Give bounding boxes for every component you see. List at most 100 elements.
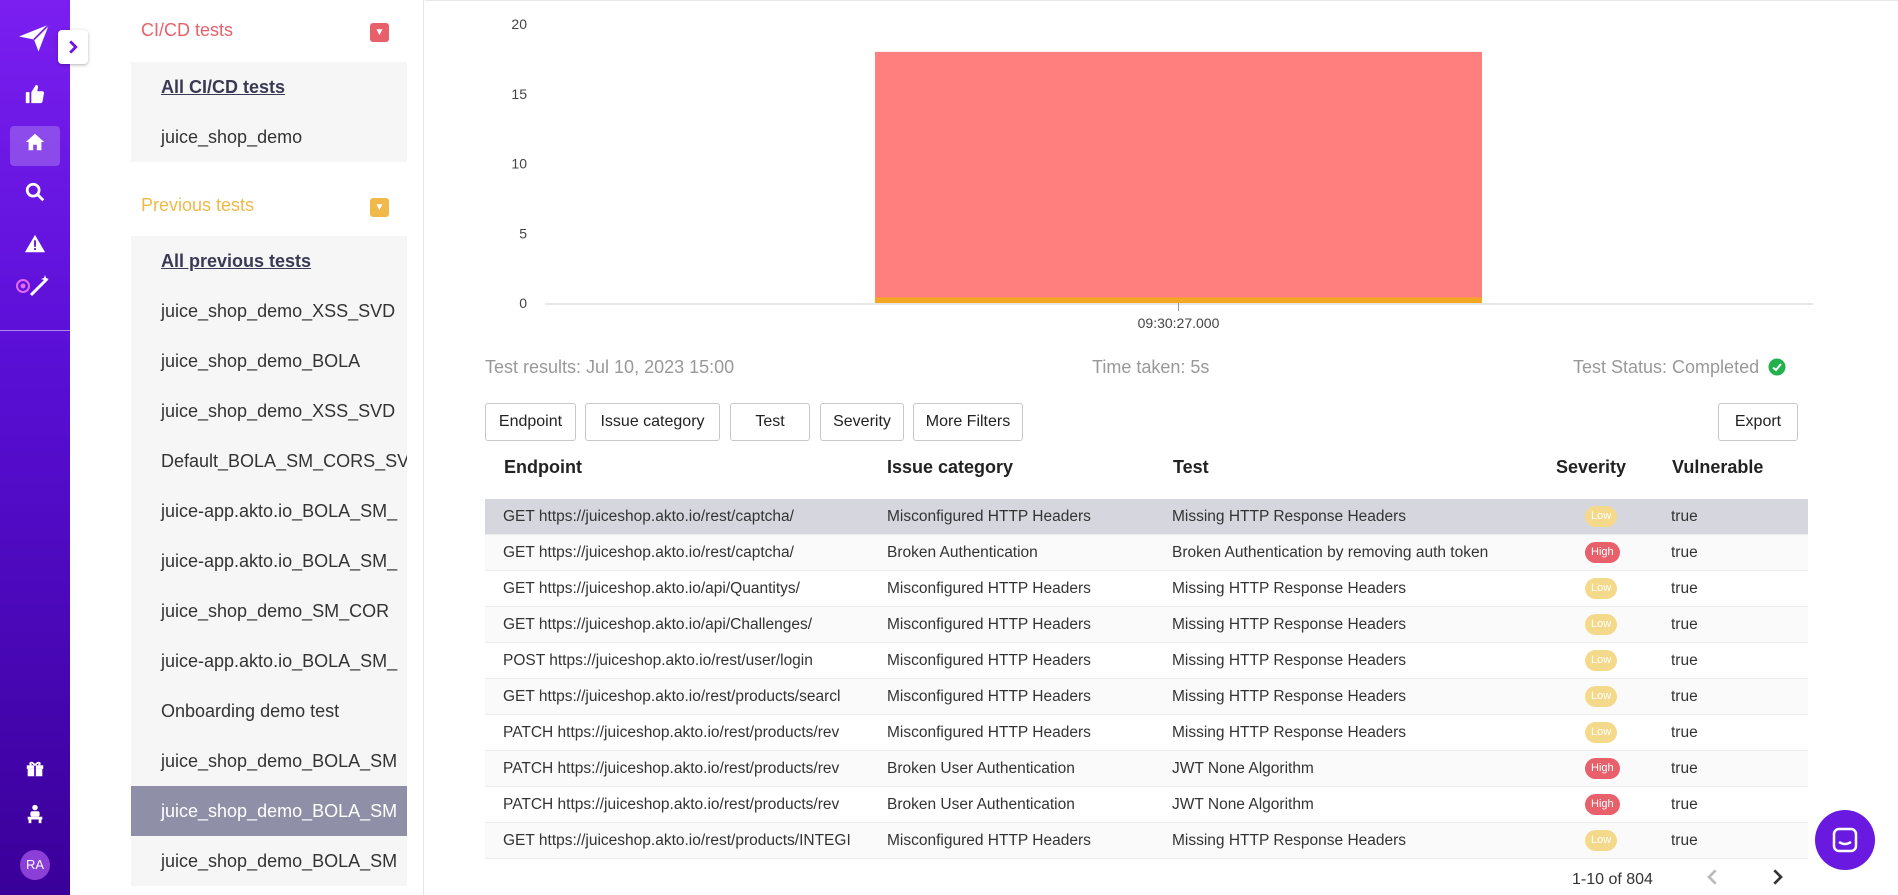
endpoint-cell: GET https://juiceshop.akto.io/api/Challe… <box>503 616 813 633</box>
next-page-chevron-icon[interactable] <box>1770 869 1784 890</box>
test-cell: JWT None Algorithm <box>1172 760 1314 777</box>
test-status: Test Status: Completed <box>1573 357 1786 381</box>
table-row[interactable]: GET https://juiceshop.akto.io/api/Quanti… <box>485 571 1808 607</box>
vulnerable-cell: true <box>1671 796 1698 813</box>
endpoint-cell: PATCH https://juiceshop.akto.io/rest/pro… <box>503 724 840 741</box>
severity-badge: Low <box>1585 506 1618 528</box>
export-button[interactable]: Export <box>1718 403 1798 441</box>
paper-plane-logo-icon[interactable] <box>16 20 52 56</box>
endpoint-cell: GET https://juiceshop.akto.io/rest/captc… <box>503 508 794 525</box>
time-taken: Time taken: 5s <box>1092 357 1210 377</box>
severity-badge: High <box>1585 758 1620 780</box>
test-cell: Missing HTTP Response Headers <box>1172 832 1407 849</box>
sidebar-item-previous-test[interactable]: juice-app.akto.io_BOLA_SM_ <box>131 636 407 686</box>
cicd-tests-title[interactable]: CI/CD tests <box>141 20 233 41</box>
endpoint-cell: GET https://juiceshop.akto.io/rest/produ… <box>503 688 841 705</box>
sidebar-item-all-cicd-tests[interactable]: All CI/CD tests <box>131 62 407 112</box>
issue-category-cell: Misconfigured HTTP Headers <box>887 724 1091 741</box>
table-row[interactable]: PATCH https://juiceshop.akto.io/rest/pro… <box>485 787 1808 823</box>
severity-badge: High <box>1585 542 1620 564</box>
rail-divider <box>0 330 70 331</box>
series-area <box>875 297 1482 303</box>
issues-chart: 20 15 10 5 0 09:30:27.000 <box>511 16 1813 331</box>
column-header-vulnerable[interactable]: Vulnerable <box>1672 457 1763 478</box>
vulnerable-cell: true <box>1671 760 1698 777</box>
issue-category-cell: Misconfigured HTTP Headers <box>887 508 1091 525</box>
severity-badge: Low <box>1585 578 1618 600</box>
community-icon[interactable] <box>10 798 60 838</box>
test-filter-button[interactable]: Test <box>730 403 810 441</box>
y-tick-label: 20 <box>511 16 527 32</box>
thumbs-up-icon[interactable] <box>10 78 60 118</box>
sidebar-item-previous-test[interactable]: juice_shop_demo_BOLA_SM <box>131 736 407 786</box>
warning-icon[interactable] <box>10 228 60 268</box>
magic-wand-icon[interactable] <box>10 272 60 312</box>
series-area <box>875 51 1482 304</box>
table-row[interactable]: POST https://juiceshop.akto.io/rest/user… <box>485 643 1808 679</box>
sidebar-item-previous-test[interactable]: juice_shop_demo_XSS_SVD <box>131 286 407 336</box>
issue-category-cell: Misconfigured HTTP Headers <box>887 832 1091 849</box>
pagination-range: 1-10 of 804 <box>1572 871 1653 888</box>
table-row[interactable]: GET https://juiceshop.akto.io/rest/produ… <box>485 823 1808 859</box>
endpoint-filter-button[interactable]: Endpoint <box>485 403 576 441</box>
severity-cell: Low <box>1585 823 1675 859</box>
severity-badge: Low <box>1585 722 1618 744</box>
issue-category-cell: Broken Authentication <box>887 544 1038 561</box>
vulnerable-cell: true <box>1671 688 1698 705</box>
sidebar-item-previous-test-selected[interactable]: juice_shop_demo_BOLA_SM <box>131 786 407 836</box>
table-row[interactable]: GET https://juiceshop.akto.io/api/Challe… <box>485 607 1808 643</box>
expand-sidebar-toggle[interactable] <box>58 30 88 64</box>
more-filters-button[interactable]: More Filters <box>913 403 1023 441</box>
severity-cell: Low <box>1585 715 1675 751</box>
sidebar-item-previous-test[interactable]: juice_shop_demo_SM_COR <box>131 586 407 636</box>
sidebar-item-previous-test[interactable]: juice-app.akto.io_BOLA_SM_ <box>131 536 407 586</box>
severity-cell: Low <box>1585 499 1675 535</box>
column-header-endpoint[interactable]: Endpoint <box>504 457 582 478</box>
main-content: 20 15 10 5 0 09:30:27.000 Test results: Jul 1… <box>425 0 1898 895</box>
gift-icon[interactable] <box>10 752 60 792</box>
sidebar-item-previous-test[interactable]: juice_shop_demo_BOLA_SM <box>131 836 407 886</box>
check-circle-icon <box>1768 358 1786 381</box>
endpoint-cell: GET https://juiceshop.akto.io/rest/produ… <box>503 832 851 849</box>
user-avatar[interactable]: RA <box>20 850 50 880</box>
test-status-text: Test Status: Completed <box>1573 357 1760 377</box>
sidebar-item-previous-test[interactable]: Default_BOLA_SM_CORS_SV <box>131 436 407 486</box>
column-header-severity[interactable]: Severity <box>1556 457 1626 478</box>
tests-sidebar: CI/CD tests ▼ All CI/CD tests juice_shop… <box>112 0 424 895</box>
vulnerable-cell: true <box>1671 508 1698 525</box>
previous-page-chevron-icon[interactable] <box>1706 869 1720 890</box>
cicd-collapse-chevron-icon[interactable]: ▼ <box>370 23 389 42</box>
table-row[interactable]: PATCH https://juiceshop.akto.io/rest/pro… <box>485 715 1808 751</box>
severity-badge: Low <box>1585 686 1618 708</box>
issue-category-cell: Broken User Authentication <box>887 796 1075 813</box>
table-row[interactable]: GET https://juiceshop.akto.io/rest/captc… <box>485 499 1808 535</box>
table-row[interactable]: GET https://juiceshop.akto.io/rest/captc… <box>485 535 1808 571</box>
test-cell: Missing HTTP Response Headers <box>1172 724 1407 741</box>
sidebar-item-all-previous-tests[interactable]: All previous tests <box>131 236 407 286</box>
y-tick-label: 0 <box>519 295 527 311</box>
sidebar-item-previous-test[interactable]: juice-app.akto.io_BOLA_SM_ <box>131 486 407 536</box>
app-rail: RA <box>0 0 88 895</box>
sidebar-item-previous-test[interactable]: juice_shop_demo_BOLA <box>131 336 407 386</box>
table-row[interactable]: PATCH https://juiceshop.akto.io/rest/pro… <box>485 751 1808 787</box>
sidebar-item-cicd-test[interactable]: juice_shop_demo <box>131 112 407 162</box>
test-cell: JWT None Algorithm <box>1172 796 1314 813</box>
issue-category-cell: Misconfigured HTTP Headers <box>887 616 1091 633</box>
previous-collapse-chevron-icon[interactable]: ▼ <box>370 198 389 217</box>
column-header-test[interactable]: Test <box>1173 457 1209 478</box>
sidebar-item-previous-test[interactable]: juice_shop_demo_XSS_SVD <box>131 386 407 436</box>
x-tick-label: 09:30:27.000 <box>1138 315 1220 331</box>
y-tick-label: 5 <box>519 225 527 241</box>
issue-category-filter-button[interactable]: Issue category <box>585 403 720 441</box>
sidebar-item-previous-test[interactable]: Onboarding demo test <box>131 686 407 736</box>
test-cell: Broken Authentication by removing auth t… <box>1172 544 1489 561</box>
severity-filter-button[interactable]: Severity <box>820 403 904 441</box>
severity-cell: Low <box>1585 643 1675 679</box>
home-icon[interactable] <box>10 126 60 166</box>
column-header-issue-category[interactable]: Issue category <box>887 457 1013 478</box>
previous-tests-title[interactable]: Previous tests <box>141 195 254 216</box>
search-icon[interactable] <box>10 176 60 216</box>
chat-icon <box>1832 827 1858 853</box>
table-row[interactable]: GET https://juiceshop.akto.io/rest/produ… <box>485 679 1808 715</box>
chat-launcher-button[interactable] <box>1815 810 1875 870</box>
